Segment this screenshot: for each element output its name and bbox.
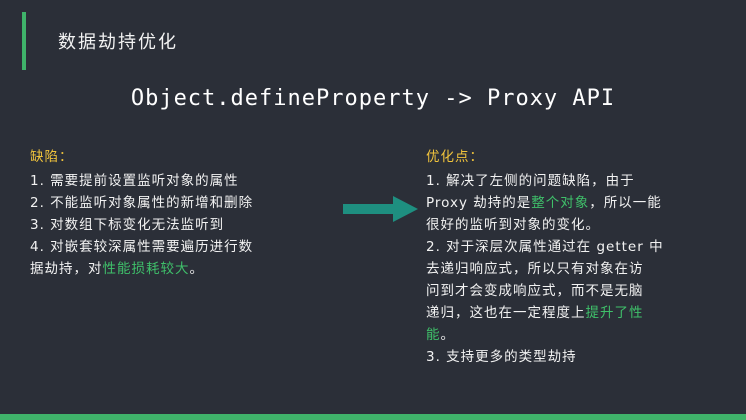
defect-item-4-highlight: 性能损耗较大	[102, 261, 190, 277]
slide-main-title: Object.defineProperty -> Proxy API	[130, 86, 616, 111]
optimization-2-highlight: 提升了性	[585, 305, 644, 321]
optimization-2-text: 递归，这也在一定程度上	[426, 305, 586, 321]
defects-panel: 缺陷： 1. 需要提前设置监听对象的属性 2. 不能监听对象属性的新增和删除 3…	[30, 146, 330, 280]
defect-item-1: 1. 需要提前设置监听对象的属性	[30, 173, 239, 189]
optimization-2-end: 。	[440, 327, 455, 343]
right-arrow-icon	[343, 196, 418, 222]
defect-item-4-line1: 4. 对嵌套较深属性需要遍历进行数	[30, 239, 254, 255]
optimizations-heading: 优化点：	[426, 149, 484, 165]
optimization-1-line3: 很好的监听到对象的变化。	[426, 217, 600, 233]
defect-item-4-text: 据劫持，对	[30, 261, 103, 277]
optimization-1-line2: Proxy 劫持的是整个对象，所以一能	[426, 192, 718, 214]
optimization-1-highlight: 整个对象	[531, 195, 590, 211]
optimization-2-line4: 递归，这也在一定程度上提升了性	[426, 302, 718, 324]
optimizations-panel: 优化点： 1. 解决了左侧的问题缺陷，由于 Proxy 劫持的是整个对象，所以一…	[426, 146, 718, 368]
page-title: 数据劫持优化	[58, 32, 178, 53]
optimization-2-line1: 2. 对于深层次属性通过在 getter 中	[426, 239, 664, 255]
defect-item-4-end: 。	[189, 261, 204, 277]
optimization-1-rest: ，所以一能	[589, 195, 662, 211]
optimization-1-text: Proxy 劫持的是	[426, 195, 532, 211]
title-accent-bar	[22, 12, 26, 70]
optimization-2-line5: 能。	[426, 324, 718, 346]
optimization-2-highlight-end: 能	[426, 327, 441, 343]
defect-item-3: 3. 对数组下标变化无法监听到	[30, 217, 225, 233]
defect-item-4-line2: 据劫持，对性能损耗较大。	[30, 258, 330, 280]
defects-heading: 缺陷：	[30, 149, 74, 165]
defect-item-2: 2. 不能监听对象属性的新增和删除	[30, 195, 254, 211]
optimization-1-line1: 1. 解决了左侧的问题缺陷，由于	[426, 173, 635, 189]
optimization-2-line2: 去递归响应式，所以只有对象在访	[426, 261, 644, 277]
optimization-2-line3: 问到才会变成响应式，而不是无脑	[426, 283, 644, 299]
bottom-accent-bar	[0, 414, 746, 420]
optimization-3: 3. 支持更多的类型劫持	[426, 349, 577, 365]
